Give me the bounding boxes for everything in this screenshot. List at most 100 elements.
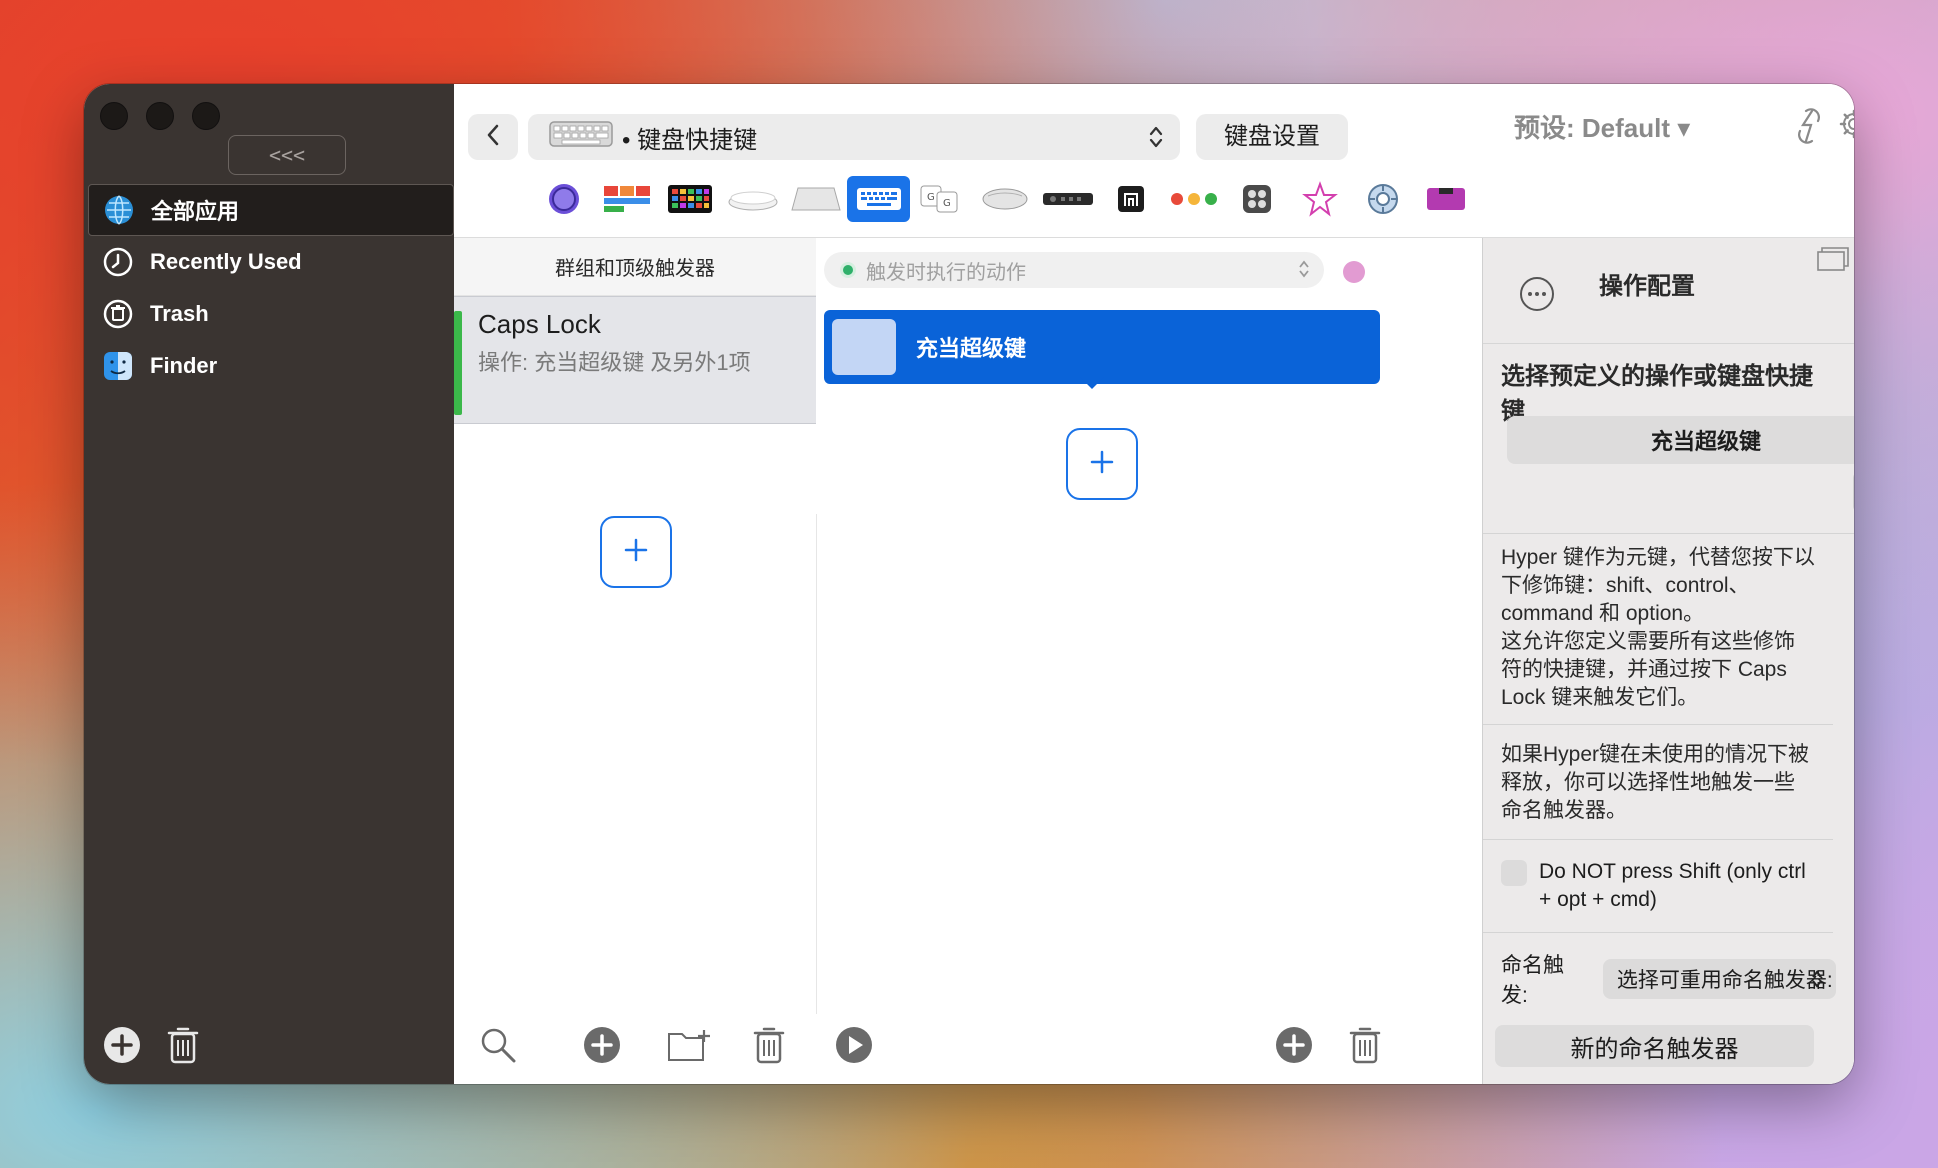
- keyboard-settings-button[interactable]: 键盘设置: [1196, 114, 1348, 160]
- new-named-trigger-button[interactable]: 新的命名触发器: [1495, 1025, 1814, 1067]
- add-action-button[interactable]: [1066, 428, 1138, 500]
- checkbox-label: Do NOT press Shift (only ctrl + opt + cm…: [1539, 860, 1806, 911]
- keyboard-category-icon[interactable]: [847, 176, 910, 222]
- caret-down-icon: [1080, 376, 1104, 394]
- minimize-button[interactable]: [146, 102, 174, 130]
- status-dot-icon: [838, 260, 858, 286]
- sidebar-item-finder[interactable]: Finder: [84, 340, 454, 392]
- description-block: Hyper 键作为元键，代替您按下以下修饰键：shift、control、com…: [1483, 534, 1833, 725]
- action-label: 充当超级键: [916, 336, 1027, 361]
- trackpad-category-icon[interactable]: [784, 176, 847, 222]
- trigger-type-label: • 键盘快捷键: [622, 126, 758, 154]
- named-trigger-select[interactable]: 选择可重用命名触发器:: [1602, 959, 1836, 999]
- no-shift-option[interactable]: Do NOT press Shift (only ctrl + opt + cm…: [1483, 840, 1833, 933]
- normal-mouse-category-icon[interactable]: [1099, 176, 1162, 222]
- description-block-2: 如果Hyper键在未使用的情况下被释放，你可以选择性地触发一些命名触发器。: [1483, 725, 1833, 840]
- chevron-left-icon: [485, 123, 501, 152]
- release-description: 如果Hyper键在未使用的情况下被释放，你可以选择性地触发一些命名触发器。: [1501, 743, 1810, 822]
- trigger-enabled-indicator: [454, 311, 462, 415]
- favorite-button[interactable]: [1853, 472, 1854, 512]
- sidebar: <<< 全部应用 Recently Used Trash Finder: [84, 84, 454, 1084]
- updown-chevron-icon: [1810, 967, 1824, 997]
- add-group-folder-icon[interactable]: [666, 1026, 712, 1069]
- hyper-key-description: Hyper 键作为元键，代替您按下以下修饰键：shift、control、com…: [1501, 546, 1815, 709]
- named-trigger-select-value: 选择可重用命名触发器:: [1616, 969, 1833, 992]
- no-shift-checkbox[interactable]: [1501, 860, 1527, 886]
- play-icon[interactable]: [834, 1025, 874, 1070]
- add-trigger-button[interactable]: [600, 516, 672, 588]
- trigger-title: Caps Lock: [478, 309, 601, 339]
- window-controls: [100, 102, 220, 130]
- delete-trigger-icon[interactable]: [752, 1025, 786, 1070]
- svg-text:G: G: [927, 192, 935, 203]
- touchbar-category-icon[interactable]: [532, 176, 595, 222]
- window-buttons-category-icon[interactable]: [1162, 176, 1225, 222]
- automation-category-icon[interactable]: [1351, 176, 1414, 222]
- search-icon[interactable]: [478, 1025, 518, 1070]
- collapse-sidebar-button[interactable]: <<<: [228, 135, 346, 175]
- config-header: 操作配置: [1483, 238, 1854, 344]
- delete-app-icon[interactable]: [166, 1025, 200, 1070]
- finder-icon: [102, 350, 134, 382]
- config-title: 操作配置: [1599, 273, 1695, 300]
- sidebar-item-all-apps[interactable]: 全部应用: [88, 184, 454, 236]
- sync-icon[interactable]: [1794, 108, 1824, 149]
- gear-icon[interactable]: [1838, 108, 1854, 145]
- column-divider: [816, 514, 817, 1014]
- updown-chevron-icon: [1148, 124, 1164, 157]
- action-select-placeholder: 触发时执行的动作: [866, 261, 1026, 284]
- detach-window-icon[interactable]: [1816, 246, 1850, 277]
- actions-footer: [834, 1025, 1382, 1070]
- toolbar: • 键盘快捷键 键盘设置 预设: Default ▾ GG: [454, 84, 1854, 238]
- groups-footer: [478, 1025, 786, 1070]
- trigger-category-bar: GG: [532, 176, 1477, 222]
- sidebar-item-label: Trash: [150, 301, 209, 326]
- globe-icon: [103, 194, 135, 226]
- action-trigger-select[interactable]: 触发时执行的动作: [824, 252, 1324, 288]
- zoom-button[interactable]: [192, 102, 220, 130]
- plus-icon: [623, 537, 649, 568]
- trigger-item-caps-lock[interactable]: Caps Lock 操作: 充当超级键 及另外1项: [454, 296, 816, 424]
- stream-deck-category-icon[interactable]: [658, 176, 721, 222]
- widget-category-icon[interactable]: [595, 176, 658, 222]
- named-trigger-label: 命名触发:: [1501, 954, 1564, 1007]
- predefined-action-section: 选择预定义的操作或键盘快捷键 充当超级键: [1483, 344, 1854, 534]
- siri-remote-category-icon[interactable]: [1036, 176, 1099, 222]
- other-triggers-category-icon[interactable]: [1414, 176, 1477, 222]
- svg-text:G: G: [943, 198, 951, 209]
- add-action-footer-icon[interactable]: [1274, 1025, 1314, 1070]
- sidebar-item-label: 全部应用: [151, 199, 240, 224]
- mouse-category-icon[interactable]: [973, 176, 1036, 222]
- more-options-icon[interactable]: [1519, 276, 1555, 317]
- updown-chevron-icon: [1298, 258, 1310, 286]
- control-strip-category-icon[interactable]: [1225, 176, 1288, 222]
- preset-selector[interactable]: 预设: Default ▾: [1514, 108, 1690, 145]
- clock-icon: [102, 246, 134, 278]
- color-dot-icon[interactable]: [1342, 260, 1366, 289]
- delete-action-icon[interactable]: [1348, 1025, 1382, 1070]
- trigger-type-select[interactable]: • 键盘快捷键: [528, 114, 1180, 160]
- plus-icon: [1089, 449, 1115, 480]
- named-trigger-row: 命名触发: 选择可重用命名触发器:: [1483, 933, 1854, 1025]
- magic-mouse-category-icon[interactable]: [721, 176, 784, 222]
- app-list: 全部应用 Recently Used Trash Finder: [84, 184, 454, 392]
- add-trigger-footer-icon[interactable]: [582, 1025, 622, 1070]
- trash-icon: [102, 298, 134, 330]
- groups-header: 群组和顶级触发器: [454, 238, 816, 296]
- sidebar-item-recently-used[interactable]: Recently Used: [84, 236, 454, 288]
- keyboard-icon: [548, 118, 614, 157]
- action-config-panel: 操作配置 选择预定义的操作或键盘快捷键 充当超级键 Hyper 键作为元键，代替…: [1482, 238, 1854, 1084]
- back-button[interactable]: [468, 114, 518, 160]
- trigger-subtitle: 操作: 充当超级键 及另外1项: [478, 350, 751, 375]
- add-app-icon[interactable]: [102, 1025, 142, 1070]
- sidebar-item-label: Finder: [150, 353, 218, 378]
- sidebar-item-trash[interactable]: Trash: [84, 288, 454, 340]
- action-item-hyper-key[interactable]: 充当超级键: [824, 310, 1380, 389]
- sidebar-item-label: Recently Used: [150, 249, 302, 274]
- actions-column: 触发时执行的动作 充当超级键: [824, 238, 1381, 1084]
- drawings-category-icon[interactable]: [1288, 176, 1351, 222]
- main-area: • 键盘快捷键 键盘设置 预设: Default ▾ GG 群组和顶级触发器 C…: [454, 84, 1854, 1084]
- close-button[interactable]: [100, 102, 128, 130]
- predefined-action-dropdown[interactable]: 充当超级键: [1507, 416, 1854, 464]
- key-sequence-category-icon[interactable]: GG: [910, 176, 973, 222]
